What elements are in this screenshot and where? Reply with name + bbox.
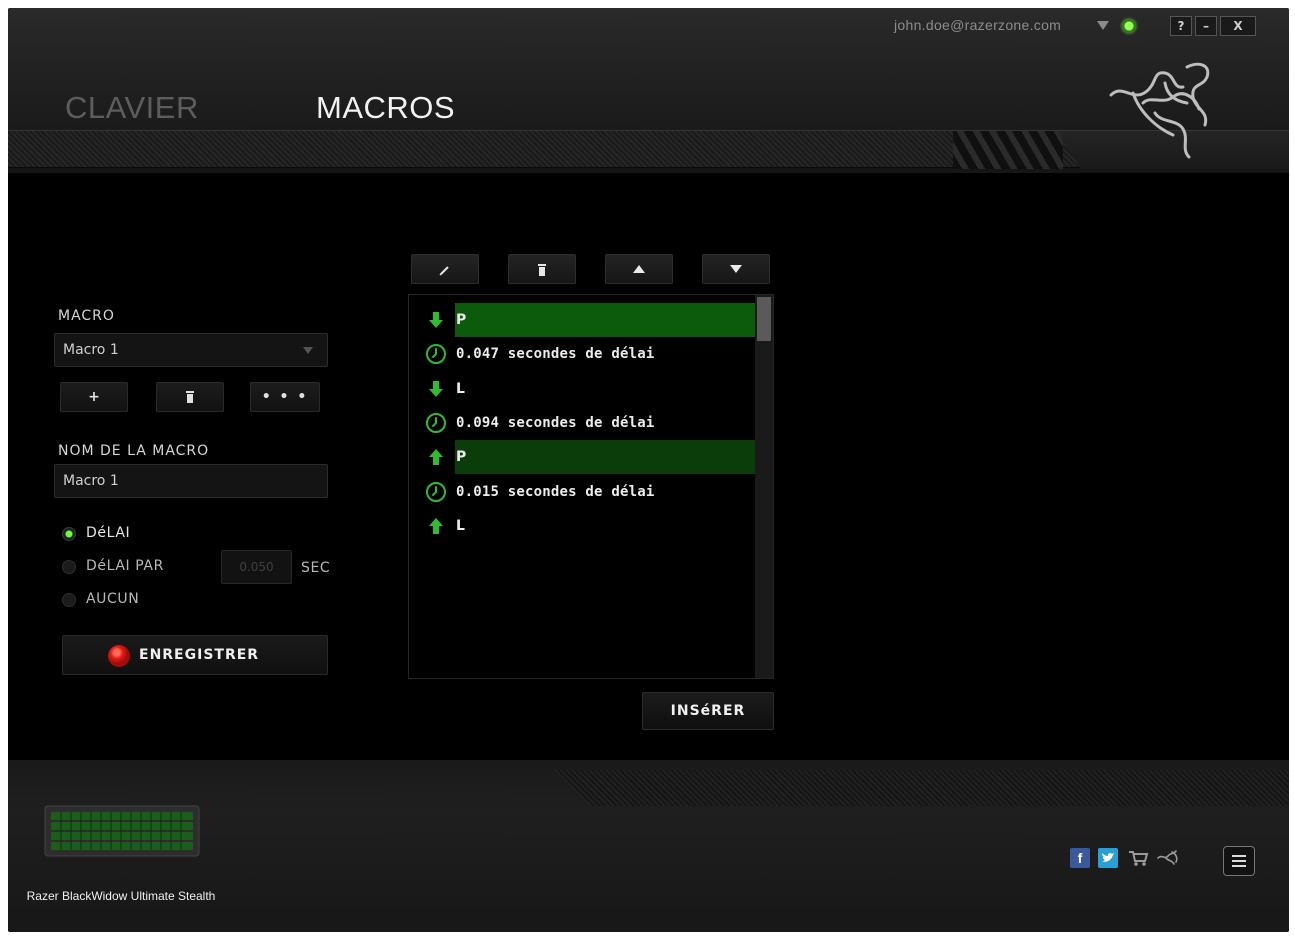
scrollbar-thumb[interactable] <box>757 297 771 341</box>
radio-delai[interactable] <box>62 527 76 541</box>
delete-step-button[interactable] <box>508 254 576 284</box>
facebook-icon[interactable]: f <box>1070 848 1090 868</box>
delay-seconds-input[interactable]: 0.050 <box>221 550 292 584</box>
hamburger-icon-line <box>1232 860 1246 862</box>
header-slash-decoration <box>953 131 1063 169</box>
twitter-icon[interactable] <box>1098 848 1118 868</box>
menu-button[interactable] <box>1223 846 1255 876</box>
radio-delai-label: DéLAI <box>86 525 131 541</box>
event-label: 0.015 secondes de délai <box>456 483 655 500</box>
edit-step-button[interactable] <box>411 254 479 284</box>
cart-icon[interactable] <box>1128 848 1150 868</box>
event-label: P <box>456 312 467 328</box>
hamburger-icon-line <box>1232 865 1246 867</box>
macro-select[interactable]: Macro 1 <box>54 333 328 367</box>
key-event-row[interactable]: L <box>409 372 755 406</box>
add-macro-button[interactable]: + <box>60 382 128 412</box>
macro-name-label: NOM DE LA MACRO <box>58 443 210 459</box>
keyboard-device-image[interactable] <box>43 800 201 860</box>
delay-unit-label: SEC <box>301 560 331 576</box>
clock-icon <box>426 412 446 433</box>
macro-event-list[interactable]: P 0.047 secondes de délai L 0.094 secondes … <box>408 294 774 679</box>
delay-event-row[interactable]: 0.094 secondes de délai <box>409 406 755 440</box>
close-button[interactable]: X <box>1220 16 1256 36</box>
arrow-up-icon <box>427 517 445 535</box>
triangle-up-icon <box>633 265 645 273</box>
trash-icon <box>538 264 546 276</box>
online-status-icon <box>1120 17 1138 35</box>
user-email[interactable]: john.doe@razerzone.com <box>894 17 1061 33</box>
account-dropdown-icon[interactable] <box>1097 21 1109 30</box>
row-highlight <box>455 303 755 337</box>
move-up-button[interactable] <box>605 254 673 284</box>
more-options-button[interactable]: • • • <box>250 382 320 412</box>
header-texture-strip <box>8 130 1289 169</box>
record-label: ENREGISTRER <box>139 647 260 663</box>
event-list-scrollbar[interactable] <box>755 295 773 678</box>
trash-icon <box>186 391 194 403</box>
key-event-row[interactable]: L <box>409 509 755 543</box>
clock-icon <box>426 481 446 502</box>
delete-macro-button[interactable] <box>156 382 224 412</box>
macro-label: MACRO <box>58 308 115 324</box>
event-label: L <box>456 380 466 397</box>
delay-event-row[interactable]: 0.047 secondes de délai <box>409 337 755 371</box>
footer: Razer BlackWidow Ultimate Stealth f <box>8 760 1289 932</box>
arrow-down-icon <box>427 380 445 398</box>
key-event-row[interactable]: P <box>409 440 755 475</box>
pencil-icon <box>439 266 449 276</box>
razer-logo-icon <box>1109 62 1210 159</box>
radio-delai-par[interactable] <box>62 560 76 574</box>
insert-button[interactable]: INSéRER <box>642 692 774 730</box>
radio-aucun-label: AUCUN <box>86 591 140 607</box>
hamburger-icon-line <box>1232 855 1246 857</box>
header: CLAVIER MACROS john.doe@razerzone.com ? … <box>8 8 1289 173</box>
help-button[interactable]: ? <box>1170 16 1192 36</box>
device-name: Razer BlackWidow Ultimate Stealth <box>26 889 216 903</box>
row-highlight <box>455 440 755 475</box>
key-event-row[interactable]: P <box>409 303 755 337</box>
razer-snake-icon[interactable] <box>1156 848 1182 868</box>
record-icon <box>108 645 130 667</box>
event-label: L <box>456 517 466 534</box>
clock-icon <box>426 344 446 365</box>
radio-aucun[interactable] <box>62 593 76 607</box>
record-button[interactable]: ENREGISTRER <box>62 635 328 675</box>
macro-select-value: Macro 1 <box>63 342 119 358</box>
razer-synapse-window: CLAVIER MACROS john.doe@razerzone.com ? … <box>8 8 1289 932</box>
move-down-button[interactable] <box>702 254 770 284</box>
arrow-down-icon <box>427 311 445 329</box>
macro-name-input[interactable]: Macro 1 <box>54 464 328 498</box>
arrow-up-icon <box>427 448 445 466</box>
minimize-button[interactable]: – <box>1195 16 1217 36</box>
delay-event-row[interactable]: 0.015 secondes de délai <box>409 475 755 509</box>
chevron-down-icon <box>303 347 313 354</box>
triangle-down-icon <box>730 265 742 273</box>
tab-clavier[interactable]: CLAVIER <box>65 90 199 126</box>
event-label: 0.094 secondes de délai <box>456 414 655 431</box>
event-label: 0.047 secondes de délai <box>456 346 655 363</box>
footer-texture-strip <box>553 770 1289 806</box>
radio-delai-par-label: DéLAI PAR <box>86 558 164 574</box>
tab-macros[interactable]: MACROS <box>316 90 455 126</box>
event-label: P <box>456 449 467 466</box>
